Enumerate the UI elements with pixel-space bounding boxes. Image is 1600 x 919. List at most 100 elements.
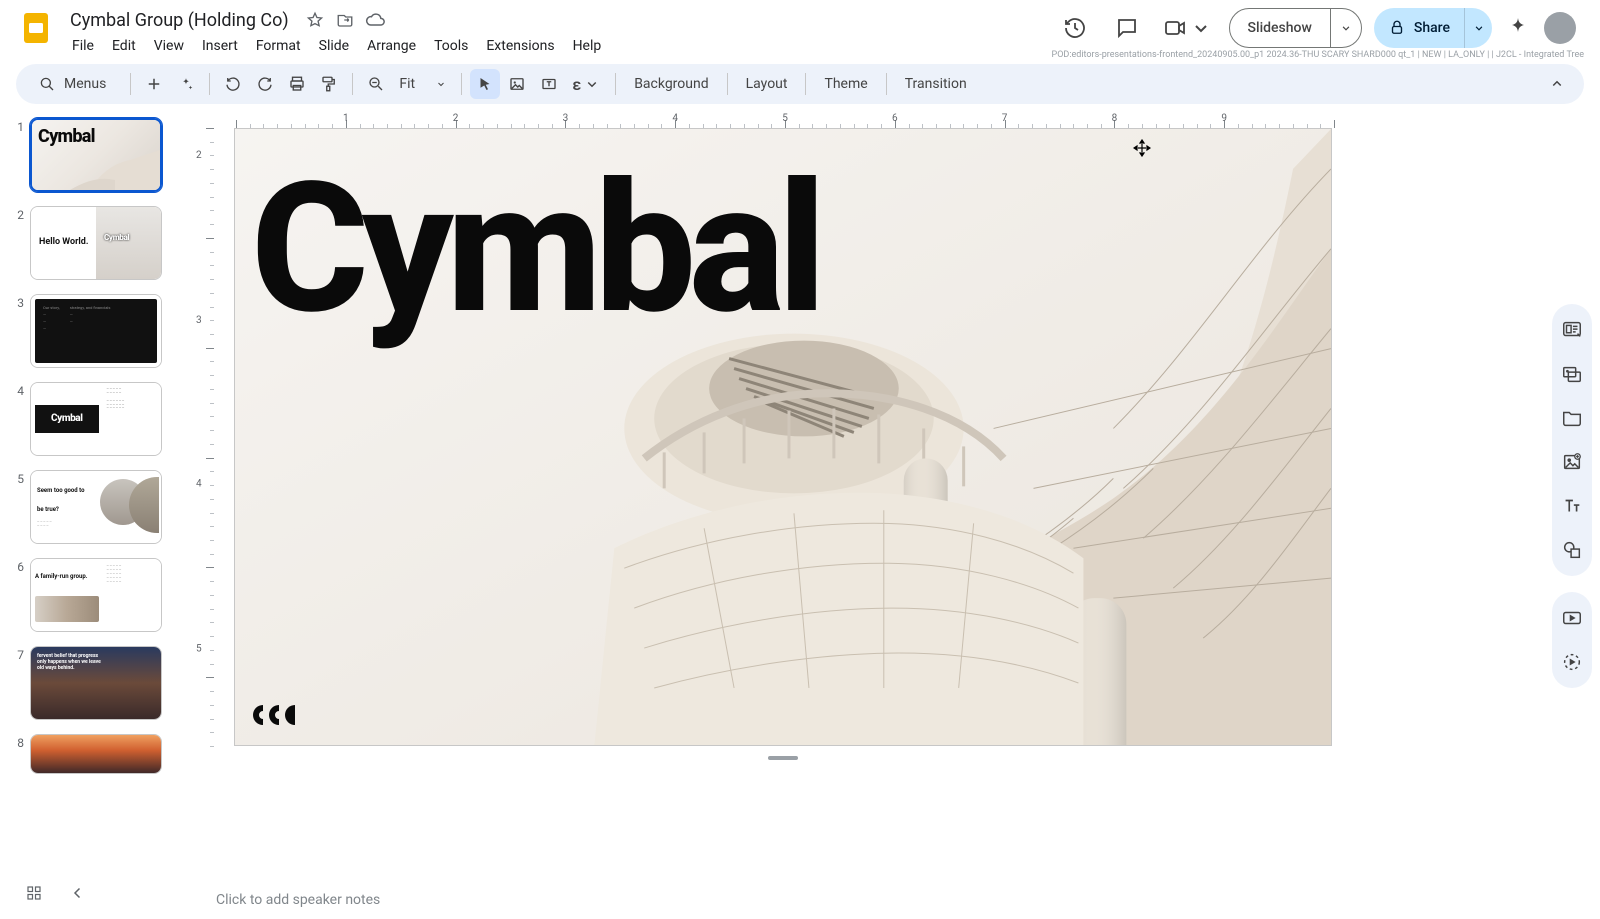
print-icon[interactable] (282, 69, 312, 99)
sp-motion-icon[interactable] (1552, 642, 1592, 682)
thumb-number: 8 (8, 734, 24, 750)
separator (209, 73, 210, 95)
collapse-toolbar-icon[interactable] (1542, 69, 1572, 99)
speaker-notes[interactable]: Click to add speaker notes (200, 879, 1544, 919)
separator (805, 73, 806, 95)
side-panel (1544, 104, 1600, 879)
history-icon[interactable] (1055, 8, 1095, 48)
build-info: POD:editors-presentations-frontend_20240… (1052, 50, 1584, 60)
slide-canvas[interactable]: Cymbal (234, 128, 1332, 746)
share-dropdown-icon[interactable] (1464, 8, 1492, 48)
slide-title[interactable]: Cymbal (251, 159, 819, 339)
slideshow-label: Slideshow (1230, 9, 1331, 47)
share-button[interactable]: Share (1374, 8, 1492, 48)
sp-themes-icon[interactable] (1552, 354, 1592, 394)
ruler-horizontal: 123456789 (236, 110, 1524, 128)
transition-button[interactable]: Transition (895, 70, 977, 98)
toc-r: strategy, and financials (70, 305, 111, 310)
notes-placeholder: Click to add speaker notes (216, 892, 380, 908)
menu-edit[interactable]: Edit (104, 34, 144, 58)
sp-text-icon[interactable] (1552, 486, 1592, 526)
sp-video-icon[interactable] (1552, 598, 1592, 638)
bottom-left-controls (16, 875, 96, 911)
zoom-out-icon[interactable] (361, 69, 391, 99)
sp-shapes-icon[interactable] (1552, 530, 1592, 570)
thumb-slide-7[interactable]: fervent belief that progress only happen… (30, 646, 162, 720)
select-tool-icon[interactable] (470, 69, 500, 99)
ruler-vertical: 12345 (196, 128, 214, 748)
chevron-down-icon (435, 78, 447, 90)
thumb-slide-4[interactable]: Cymbal — — — — —— — — — —— — — — — —— — … (30, 382, 162, 456)
menu-help[interactable]: Help (565, 34, 610, 58)
thumb-number: 6 (8, 558, 24, 574)
comments-icon[interactable] (1107, 8, 1147, 48)
separator (352, 73, 353, 95)
canvas-area: 123456789 12345 (190, 104, 1544, 879)
menu-tools[interactable]: Tools (426, 34, 476, 58)
slideshow-button[interactable]: Slideshow (1229, 8, 1362, 48)
star-icon[interactable] (305, 10, 325, 30)
sp-templates-icon[interactable] (1552, 310, 1592, 350)
slideshow-dropdown-icon[interactable] (1331, 9, 1361, 47)
share-label: Share (1414, 20, 1450, 36)
layout-button[interactable]: Layout (736, 70, 798, 98)
thumb-slide-8[interactable] (30, 734, 162, 774)
redo-icon[interactable] (250, 69, 280, 99)
move-cursor-icon (1133, 139, 1151, 157)
thumb-family: A family-run group. (35, 573, 87, 580)
filmstrip[interactable]: 1 Cymbal 2 Hello World. Cymbal (0, 104, 190, 879)
thumb-number: 3 (8, 294, 24, 310)
header-actions: Slideshow Share (1055, 8, 1584, 48)
menu-extensions[interactable]: Extensions (478, 34, 562, 58)
document-title[interactable]: Cymbal Group (Holding Co) (64, 8, 295, 33)
cloud-status-icon[interactable] (365, 10, 385, 30)
toc-l: Our story, (43, 305, 60, 310)
meet-icon[interactable] (1159, 8, 1217, 48)
menu-view[interactable]: View (146, 34, 192, 58)
theme-button[interactable]: Theme (814, 70, 877, 98)
paint-format-icon[interactable] (314, 69, 344, 99)
move-icon[interactable] (335, 10, 355, 30)
new-slide-icon[interactable] (139, 69, 169, 99)
account-avatar[interactable] (1544, 12, 1576, 44)
background-button[interactable]: Background (624, 70, 718, 98)
collapse-filmstrip-icon[interactable] (60, 875, 96, 911)
separator (886, 73, 887, 95)
zoom-dropdown[interactable]: Fit (393, 74, 453, 94)
menu-search[interactable]: Menus (28, 71, 116, 97)
thumb-slide-5[interactable]: Seem too good to be true?— — — — —— — — … (30, 470, 162, 544)
thumb-number: 2 (8, 206, 24, 222)
menu-format[interactable]: Format (248, 34, 309, 58)
thumb-slide-1[interactable]: Cymbal (30, 118, 162, 192)
gemini-icon[interactable] (1504, 14, 1532, 42)
thumb-slide-3[interactable]: Our story,——— strategy, and financials—— (30, 294, 162, 368)
menu-insert[interactable]: Insert (194, 34, 246, 58)
sp-folder-icon[interactable] (1552, 398, 1592, 438)
separator (130, 73, 131, 95)
main-area: 1 Cymbal 2 Hello World. Cymbal (0, 104, 1600, 879)
thumb-brand: Cymbal (104, 233, 129, 242)
thumb-slide-2[interactable]: Hello World. Cymbal (30, 206, 162, 280)
menu-arrange[interactable]: Arrange (359, 34, 424, 58)
image-tool-icon[interactable] (502, 69, 532, 99)
sp-image-icon[interactable] (1552, 442, 1592, 482)
undo-icon[interactable] (218, 69, 248, 99)
toolbar: Menus Fit ε Background Layout Theme Tran… (16, 64, 1584, 104)
thumb-number: 4 (8, 382, 24, 398)
special-char-icon[interactable]: ε (566, 69, 607, 99)
separator (615, 73, 616, 95)
thumb-slide-6[interactable]: A family-run group. — — — — —— — — — —— … (30, 558, 162, 632)
slides-logo-icon[interactable] (16, 8, 56, 48)
notes-drag-handle[interactable] (768, 756, 798, 760)
menu-bar: File Edit View Insert Format Slide Arran… (64, 34, 1055, 58)
grid-view-icon[interactable] (16, 875, 52, 911)
thumb-good: Seem too good to be true? (37, 487, 85, 513)
thumb-number: 1 (8, 118, 24, 134)
menu-slide[interactable]: Slide (311, 34, 357, 58)
textbox-tool-icon[interactable] (534, 69, 564, 99)
slide-footer-logo-icon (251, 701, 305, 729)
thumb-number: 5 (8, 470, 24, 486)
thumb-hello: Hello World. (39, 238, 88, 248)
zoom-label: Fit (399, 76, 431, 92)
menu-file[interactable]: File (64, 34, 102, 58)
